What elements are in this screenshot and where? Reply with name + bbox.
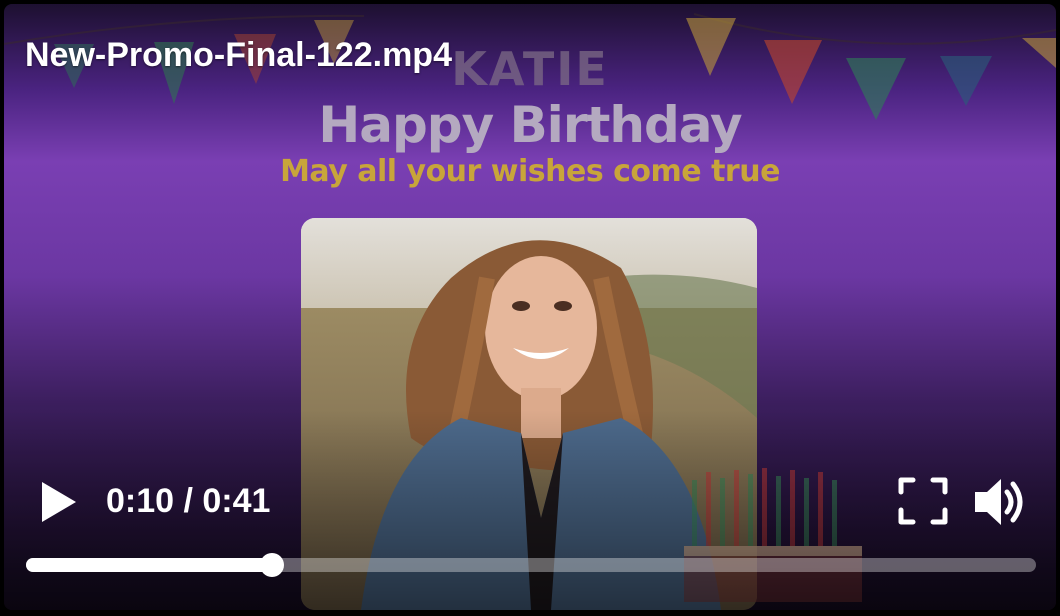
- seek-bar-handle[interactable]: [260, 553, 284, 577]
- play-button[interactable]: [38, 480, 78, 524]
- fullscreen-button[interactable]: [897, 476, 949, 526]
- volume-icon: [975, 479, 1023, 525]
- time-display: 0:10 / 0:41: [106, 482, 271, 520]
- video-title: New-Promo-Final-122.mp4: [25, 36, 452, 74]
- happy-birthday-headline: Happy Birthday: [318, 96, 742, 154]
- seek-bar-played: [26, 558, 272, 572]
- play-icon: [42, 482, 76, 522]
- seek-bar[interactable]: [26, 553, 1036, 577]
- wishes-subline: May all your wishes come true: [280, 154, 780, 189]
- video-player[interactable]: KATIE Happy Birthday May all your wishes…: [4, 4, 1056, 610]
- fullscreen-icon: [898, 477, 948, 525]
- volume-button[interactable]: [971, 474, 1031, 530]
